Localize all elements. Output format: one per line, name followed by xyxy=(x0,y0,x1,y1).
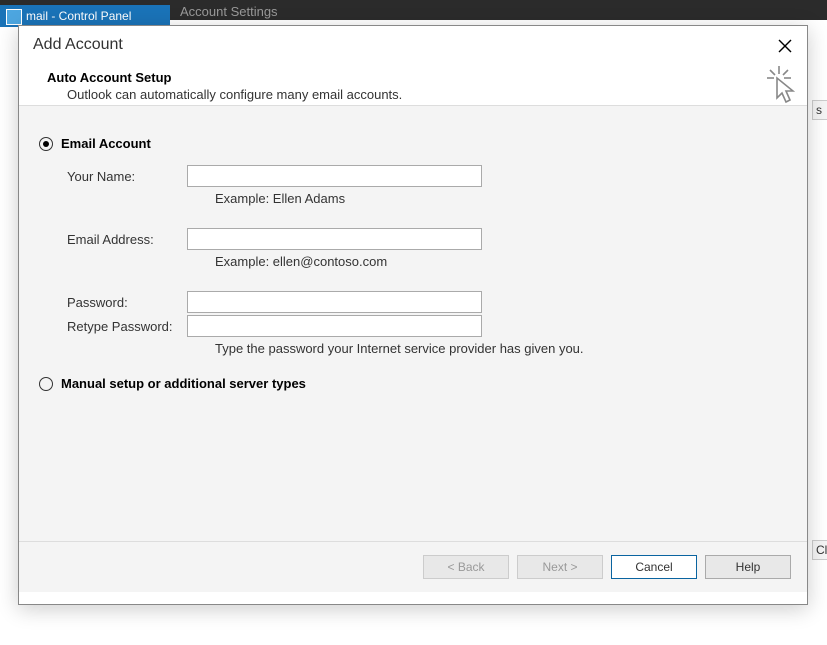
retype-password-label: Retype Password: xyxy=(67,319,187,334)
dialog-header: Add Account Auto Account Setup Outlook c… xyxy=(19,26,807,106)
cancel-button[interactable]: Cancel xyxy=(611,555,697,579)
email-account-form: Your Name: Example: Ellen Adams Email Ad… xyxy=(39,165,787,356)
section-description: Outlook can automatically configure many… xyxy=(47,87,793,102)
email-address-label: Email Address: xyxy=(67,232,187,247)
dialog-body: Email Account Your Name: Example: Ellen … xyxy=(19,106,807,542)
password-label: Password: xyxy=(67,295,187,310)
your-name-input[interactable] xyxy=(187,165,482,187)
add-account-dialog: Add Account Auto Account Setup Outlook c… xyxy=(18,25,808,605)
next-button[interactable]: Next > xyxy=(517,555,603,579)
manual-setup-radio[interactable]: Manual setup or additional server types xyxy=(39,376,787,391)
cursor-click-icon xyxy=(763,66,795,106)
dialog-title: Add Account xyxy=(33,36,793,54)
radio-icon xyxy=(39,377,53,391)
close-button[interactable] xyxy=(773,34,797,58)
background-heading: Account Settings xyxy=(180,4,278,19)
password-input[interactable] xyxy=(187,291,482,313)
your-name-label: Your Name: xyxy=(67,169,187,184)
email-account-radio-label: Email Account xyxy=(61,136,151,151)
background-button-fragment: Cl xyxy=(812,540,827,560)
manual-setup-radio-label: Manual setup or additional server types xyxy=(61,376,306,391)
help-button[interactable]: Help xyxy=(705,555,791,579)
your-name-hint: Example: Ellen Adams xyxy=(215,191,787,206)
email-address-input[interactable] xyxy=(187,228,482,250)
email-address-hint: Example: ellen@contoso.com xyxy=(215,254,787,269)
section-title: Auto Account Setup xyxy=(47,70,793,85)
password-hint: Type the password your Internet service … xyxy=(215,341,787,356)
radio-icon xyxy=(39,137,53,151)
background-button-fragment: s xyxy=(812,100,827,120)
control-panel-window-title: mail - Control Panel xyxy=(0,5,170,27)
back-button[interactable]: < Back xyxy=(423,555,509,579)
dialog-footer: < Back Next > Cancel Help xyxy=(19,542,807,592)
retype-password-input[interactable] xyxy=(187,315,482,337)
email-account-radio[interactable]: Email Account xyxy=(39,136,787,151)
close-icon xyxy=(778,39,792,53)
